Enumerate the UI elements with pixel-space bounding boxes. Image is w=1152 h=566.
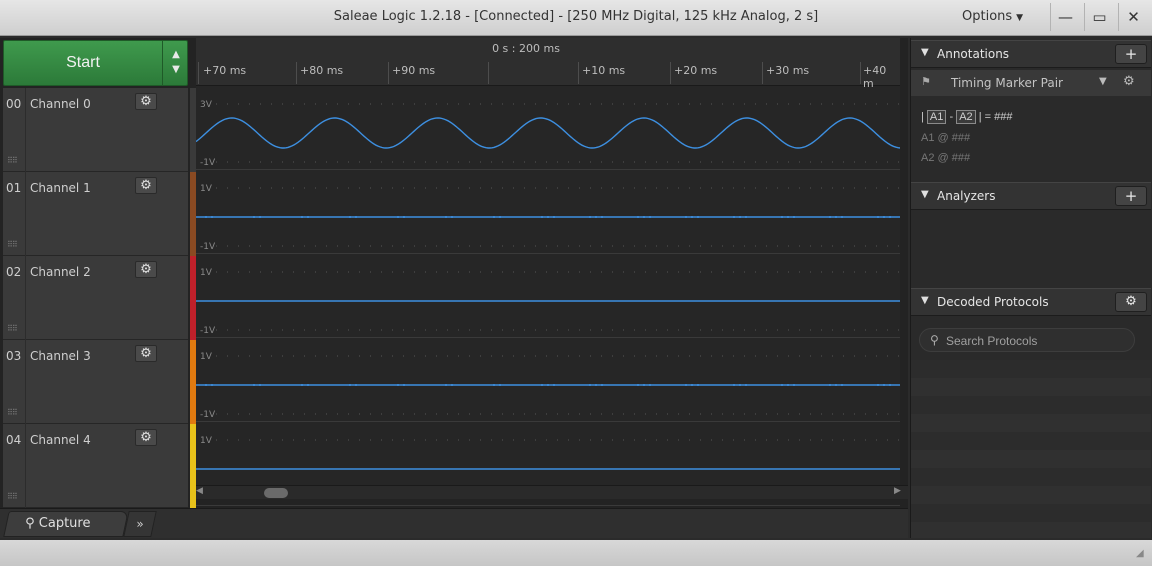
formula-result: = ### [984, 111, 1013, 123]
drag-handle-icon[interactable]: ⠿⠿ [7, 324, 18, 333]
search-protocols-input[interactable] [946, 332, 1126, 350]
channel-number: 03 [6, 349, 22, 363]
channel-number: 04 [6, 433, 22, 447]
capture-tab-bar: ⚲ Capture » [0, 508, 908, 538]
annotations-header[interactable]: ▼ Annotations + [911, 40, 1151, 68]
tick-label: +30 ms [766, 64, 810, 77]
scroll-right-icon[interactable]: ▶ [894, 486, 901, 496]
marker-pin-icon: ⚑ [921, 75, 931, 88]
channel-row[interactable]: 03 Channel 3 ⚙ ⠿⠿ [3, 340, 188, 424]
tick-label: +10 ms [582, 64, 626, 77]
tick-label: +80 ms [300, 64, 344, 77]
add-analyzer-button[interactable]: + [1115, 186, 1147, 206]
capture-panel: Start ▲ ▼ 00 Channel 0 ⚙ ⠿⠿ 01 Channel 1 ⚙ ⠿⠿ 02… [0, 38, 908, 538]
horizontal-scrollbar[interactable]: ◀ ▶ [196, 485, 908, 499]
arrow-up-icon: ▲ [172, 49, 180, 60]
drag-handle-icon[interactable]: ⠿⠿ [7, 408, 18, 417]
a1-marker-button[interactable]: A1 [926, 110, 947, 124]
formula-separator: - [949, 111, 954, 123]
channel-waveform[interactable]: 1V -1V [196, 338, 900, 422]
tick-label: +70 ms [203, 64, 247, 77]
start-options-stepper[interactable]: ▲ ▼ [162, 41, 189, 85]
dropdown-icon[interactable]: ▼ [1099, 76, 1107, 87]
channel-name[interactable]: Channel 0 [30, 97, 91, 111]
center-time: 0 s : 200 ms [492, 42, 560, 55]
tick-label: +90 ms [392, 64, 436, 77]
collapse-icon[interactable]: ▼ [921, 295, 929, 306]
annotations-title: Annotations [937, 47, 1010, 61]
protocol-search[interactable]: ⚲ [919, 328, 1135, 352]
channel-row[interactable]: 00 Channel 0 ⚙ ⠿⠿ [3, 88, 188, 172]
time-ruler[interactable]: 0 s : 200 ms +70 ms +80 ms +90 ms +10 ms… [196, 38, 900, 90]
decoded-protocols-header[interactable]: ▼ Decoded Protocols ⚙ [911, 288, 1151, 316]
capture-tab[interactable]: ⚲ Capture [3, 511, 129, 537]
maximize-button[interactable]: ▭ [1084, 3, 1114, 31]
gear-icon[interactable]: ⚙ [135, 93, 157, 110]
title-bar: Saleae Logic 1.2.18 - [Connected] - [250… [0, 0, 1152, 36]
search-icon: ⚲ [25, 516, 35, 531]
gear-icon[interactable]: ⚙ [135, 177, 157, 194]
search-icon: ⚲ [930, 333, 939, 347]
marker-formula: | A1 - A2 | = ### [921, 110, 1013, 124]
waveform-view[interactable]: 0 s : 200 ms +70 ms +80 ms +90 ms +10 ms… [196, 38, 900, 506]
capture-tab-label: Capture [38, 516, 91, 531]
decoded-protocol-list[interactable] [911, 360, 1151, 538]
channel-name[interactable]: Channel 4 [30, 433, 91, 447]
gear-icon[interactable]: ⚙ [135, 261, 157, 278]
marker-pair-label: Timing Marker Pair [951, 76, 1063, 90]
arrow-down-icon: ▼ [172, 64, 180, 75]
channel-waveform[interactable]: 3V -1V [196, 86, 900, 170]
options-label: Options [962, 9, 1013, 24]
options-menu[interactable]: Options ▼ [962, 9, 1023, 24]
gear-icon[interactable]: ⚙ [135, 345, 157, 362]
minimize-button[interactable]: — [1050, 3, 1080, 31]
analyzers-header[interactable]: ▼ Analyzers + [911, 182, 1151, 210]
channel-row[interactable]: 01 Channel 1 ⚙ ⠿⠿ [3, 172, 188, 256]
signal-trace [196, 117, 900, 149]
collapse-icon[interactable]: ▼ [921, 189, 929, 200]
channel-number: 00 [6, 97, 22, 111]
channel-name[interactable]: Channel 2 [30, 265, 91, 279]
chevron-down-icon: ▼ [1016, 13, 1024, 23]
resize-grip-icon[interactable]: ◢ [1136, 548, 1144, 559]
add-annotation-button[interactable]: + [1115, 44, 1147, 64]
channel-number: 02 [6, 265, 22, 279]
scroll-thumb[interactable] [264, 488, 288, 498]
channel-waveform[interactable]: 1V -1V [196, 254, 900, 338]
signal-trace [196, 216, 900, 218]
start-label: Start [66, 54, 100, 71]
close-button[interactable]: ✕ [1118, 3, 1148, 31]
scroll-left-icon[interactable]: ◀ [196, 486, 203, 496]
drag-handle-icon[interactable]: ⠿⠿ [7, 240, 18, 249]
signal-trace [196, 384, 900, 386]
more-tabs-button[interactable]: » [123, 511, 157, 537]
side-panel: ▼ Annotations + ⚑ Timing Marker Pair ▼ ⚙… [910, 38, 1152, 538]
channel-name[interactable]: Channel 1 [30, 181, 91, 195]
channel-number: 01 [6, 181, 22, 195]
status-bar: ◢ [0, 540, 1152, 566]
timing-marker-row[interactable]: ⚑ Timing Marker Pair ▼ ⚙ [911, 70, 1151, 96]
start-button[interactable]: Start ▲ ▼ [3, 40, 188, 86]
double-chevron-icon: » [136, 517, 144, 531]
channel-name[interactable]: Channel 3 [30, 349, 91, 363]
gear-icon[interactable]: ⚙ [1115, 292, 1147, 312]
drag-handle-icon[interactable]: ⠿⠿ [7, 156, 18, 165]
decoded-protocols-title: Decoded Protocols [937, 295, 1049, 309]
gear-icon[interactable]: ⚙ [135, 429, 157, 446]
drag-handle-icon[interactable]: ⠿⠿ [7, 492, 18, 501]
channel-row[interactable]: 02 Channel 2 ⚙ ⠿⠿ [3, 256, 188, 340]
gear-icon[interactable]: ⚙ [1123, 74, 1135, 89]
channel-row[interactable]: 04 Channel 4 ⚙ ⠿⠿ [3, 424, 188, 508]
tick-label: +20 ms [674, 64, 718, 77]
channel-waveform[interactable]: 1V -1V [196, 170, 900, 254]
analyzers-title: Analyzers [937, 189, 996, 203]
a2-marker-button[interactable]: A2 [956, 110, 976, 124]
a1-position: A1 @ ### [921, 132, 971, 144]
a2-position: A2 @ ### [921, 152, 971, 164]
collapse-icon[interactable]: ▼ [921, 47, 929, 58]
